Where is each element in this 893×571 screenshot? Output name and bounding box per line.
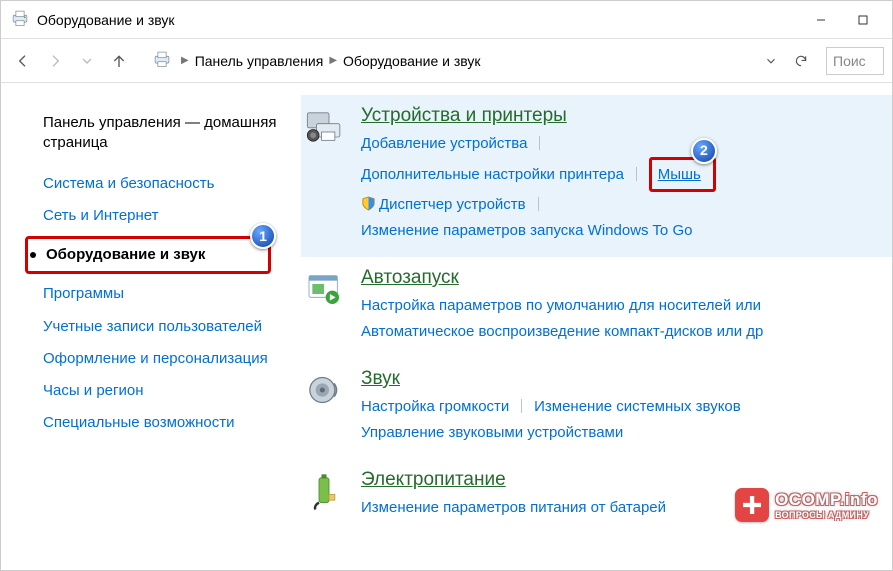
category-title[interactable]: Устройства и принтеры	[361, 105, 882, 127]
breadcrumb-hardware-sound[interactable]: Оборудование и звук	[341, 51, 483, 71]
up-button[interactable]	[105, 47, 133, 75]
titlebar: Оборудование и звук	[1, 1, 892, 39]
printer-icon	[9, 7, 31, 32]
breadcrumb[interactable]: ▶ Панель управления ▶ Оборудование и зву…	[181, 51, 754, 71]
category-sound: Звук Настройка громкости Изменение систе…	[301, 358, 892, 459]
sidebar-item-user-accounts[interactable]: Учетные записи пользователей	[43, 311, 301, 343]
link-autoplay-cd[interactable]: Автоматическое воспроизведение компакт-д…	[361, 323, 763, 340]
watermark: OCOMP.info ВОПРОСЫ АДМИНУ	[735, 488, 878, 522]
forward-button[interactable]	[41, 47, 69, 75]
annotation-box-mouse: Мышь 2	[649, 157, 716, 193]
category-title[interactable]: Звук	[361, 368, 882, 390]
navigation-bar: ▶ Панель управления ▶ Оборудование и зву…	[1, 39, 892, 83]
back-button[interactable]	[9, 47, 37, 75]
link-printer-settings[interactable]: Дополнительные настройки принтера	[361, 166, 624, 183]
address-history-button[interactable]	[758, 48, 784, 74]
link-add-device[interactable]: Добавление устройства	[361, 135, 527, 152]
refresh-button[interactable]	[788, 48, 814, 74]
category-devices-printers: Устройства и принтеры Добавление устройс…	[301, 95, 892, 257]
sidebar-item-label[interactable]: Оборудование и звук	[32, 243, 258, 267]
sidebar-home[interactable]: Панель управления — домашняя страница	[43, 107, 301, 160]
link-manage-audio[interactable]: Управление звуковыми устройствами	[361, 424, 623, 441]
breadcrumb-control-panel[interactable]: Панель управления	[193, 51, 326, 71]
link-default-media[interactable]: Настройка параметров по умолчанию для но…	[361, 297, 761, 314]
power-icon	[301, 469, 347, 521]
sidebar: Панель управления — домашняя страница Си…	[1, 83, 301, 570]
printer-icon	[151, 48, 173, 73]
search-placeholder: Поис	[833, 53, 866, 69]
recent-locations-button[interactable]	[73, 47, 101, 75]
maximize-button[interactable]	[842, 5, 884, 35]
link-windows-to-go[interactable]: Изменение параметров запуска Windows To …	[361, 222, 692, 239]
sound-icon	[301, 368, 347, 445]
minimize-button[interactable]	[800, 5, 842, 35]
sidebar-item-hardware-sound[interactable]: Оборудование и звук 1	[25, 236, 271, 274]
category-autoplay: Автозапуск Настройка параметров по умолч…	[301, 257, 892, 358]
autoplay-icon	[301, 267, 347, 344]
chevron-right-icon[interactable]: ▶	[181, 55, 189, 66]
watermark-line1: OCOMP.info	[775, 490, 878, 510]
sidebar-item-clock-region[interactable]: Часы и регион	[43, 375, 301, 407]
chevron-right-icon[interactable]: ▶	[329, 55, 337, 66]
bullet-icon	[30, 252, 36, 258]
sidebar-item-appearance[interactable]: Оформление и персонализация	[43, 343, 301, 375]
category-title[interactable]: Автозапуск	[361, 267, 882, 289]
devices-printers-icon	[301, 105, 347, 243]
sidebar-item-ease-of-access[interactable]: Специальные возможности	[43, 407, 301, 439]
link-mouse[interactable]: Мышь	[658, 166, 701, 183]
search-input[interactable]: Поис	[826, 47, 884, 75]
link-system-sounds[interactable]: Изменение системных звуков	[534, 398, 741, 415]
sidebar-item-programs[interactable]: Программы	[43, 278, 301, 310]
link-battery-settings[interactable]: Изменение параметров питания от батарей	[361, 499, 666, 516]
annotation-badge-2: 2	[691, 138, 717, 164]
divider	[521, 399, 522, 413]
link-device-manager[interactable]: Диспетчер устройств	[379, 196, 526, 213]
sidebar-item-system-security[interactable]: Система и безопасность	[43, 168, 301, 200]
watermark-line2: ВОПРОСЫ АДМИНУ	[775, 510, 878, 520]
divider	[636, 167, 637, 181]
divider	[539, 136, 540, 150]
window-title: Оборудование и звук	[37, 12, 175, 28]
link-adjust-volume[interactable]: Настройка громкости	[361, 398, 509, 415]
annotation-badge-1: 1	[250, 223, 276, 249]
plus-icon	[735, 488, 769, 522]
shield-icon	[361, 195, 376, 210]
divider	[538, 197, 539, 211]
